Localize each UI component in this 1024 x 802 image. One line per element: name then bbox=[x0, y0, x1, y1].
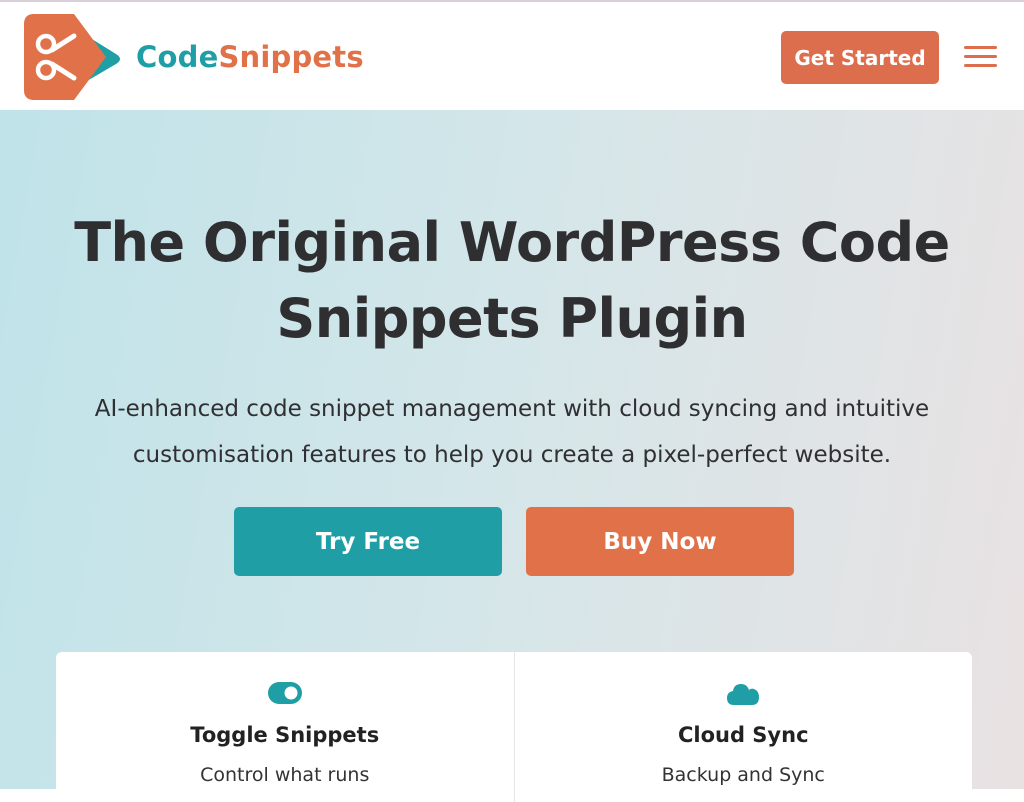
hero-section: The Original WordPress Code Snippets Plu… bbox=[0, 110, 1024, 802]
site-header: CodeSnippets Get Started bbox=[0, 0, 1024, 110]
feature-cards: Toggle Snippets Control what runs Cloud … bbox=[56, 652, 972, 802]
hero-title-line-1: The Original WordPress Code bbox=[74, 211, 950, 274]
hero-title: The Original WordPress Code Snippets Plu… bbox=[62, 205, 962, 357]
hero-subtitle-line-1: AI-enhanced code snippet management with… bbox=[94, 396, 930, 422]
feature-card-description: Backup and Sync bbox=[661, 764, 825, 786]
hero-title-line-2: Snippets Plugin bbox=[276, 287, 748, 350]
feature-card-description: Control what runs bbox=[200, 764, 370, 786]
logo-text-code: Code bbox=[136, 40, 219, 74]
buy-now-button[interactable]: Buy Now bbox=[526, 507, 794, 576]
logo-text-snippets: Snippets bbox=[218, 40, 364, 74]
feature-card-toggle-snippets: Toggle Snippets Control what runs bbox=[56, 652, 514, 802]
get-started-button[interactable]: Get Started bbox=[781, 31, 939, 84]
logo-text: CodeSnippets bbox=[136, 40, 364, 74]
feature-card-title: Toggle Snippets bbox=[190, 723, 380, 747]
menu-icon[interactable] bbox=[964, 46, 997, 68]
try-free-button[interactable]: Try Free bbox=[234, 507, 502, 576]
hero-subtitle-line-2: customisation features to help you creat… bbox=[132, 442, 892, 468]
feature-card-cloud-sync: Cloud Sync Backup and Sync bbox=[513, 652, 973, 802]
feature-card-title: Cloud Sync bbox=[677, 723, 809, 747]
logo-link[interactable]: CodeSnippets bbox=[24, 14, 364, 100]
logo-icon bbox=[24, 14, 124, 100]
toggle-icon bbox=[267, 682, 302, 708]
hero-subtitle: AI-enhanced code snippet management with… bbox=[30, 386, 994, 478]
cloud-icon bbox=[726, 682, 760, 710]
